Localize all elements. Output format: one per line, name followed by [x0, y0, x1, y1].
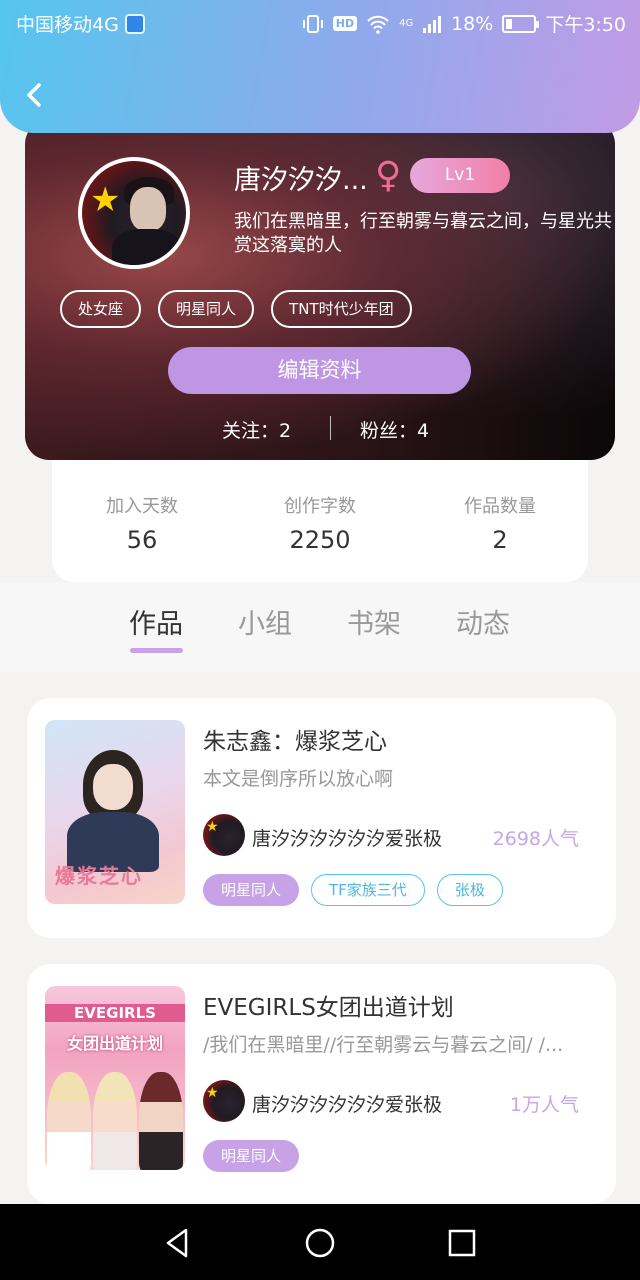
tab-groups[interactable]: 小组 [238, 602, 292, 641]
profile-tags: 处女座 明星同人 TNT时代少年团 [60, 290, 412, 328]
work-tags: 明星同人 TF家族三代 张极 [203, 874, 503, 906]
stat-value: 2 [492, 526, 508, 554]
divider [330, 416, 331, 440]
stat-work-count: 作品数量 2 [410, 492, 590, 554]
profile-tag[interactable]: 处女座 [60, 290, 142, 328]
carrier-text: 中国移动4G [16, 14, 119, 36]
vibrate-icon [302, 14, 323, 33]
clock: 下午3:50 [545, 14, 626, 36]
stat-label: 加入天数 [106, 496, 178, 517]
status-bar: 中国移动4G HD 4G 18% 下午3:50 [0, 0, 640, 44]
work-title[interactable]: EVEGIRLS女团出道计划 [203, 988, 454, 1022]
battery-icon [502, 14, 540, 33]
back-button[interactable] [20, 80, 50, 110]
work-tag[interactable]: TF家族三代 [311, 874, 425, 906]
level-badge: Lv1 [410, 158, 510, 193]
author-avatar[interactable]: ★ [203, 814, 245, 856]
square-recent-icon[interactable] [445, 1226, 479, 1260]
work-card[interactable]: 爆浆芝心 朱志鑫：爆浆芝心 本文是倒序所以放心啊 ★ 唐汐汐汐汐汐汐爱张极 26… [27, 698, 616, 938]
popularity-count: 1万人气 [509, 1094, 579, 1116]
system-nav-bar [0, 1204, 640, 1280]
username: 唐汐汐汐... [234, 165, 368, 196]
signal-icon [423, 15, 442, 33]
profile-tag[interactable]: TNT时代少年团 [271, 290, 412, 328]
work-title[interactable]: 朱志鑫：爆浆芝心 [203, 722, 387, 756]
author-name[interactable]: 唐汐汐汐汐汐汐爱张极 [252, 1090, 442, 1117]
wifi-icon [367, 15, 389, 34]
cover-title: EVEGIRLS [45, 1004, 185, 1022]
work-tag[interactable]: 明星同人 [203, 1140, 300, 1172]
work-tag[interactable]: 明星同人 [203, 874, 300, 906]
following-count[interactable]: 关注：2 [222, 416, 291, 443]
followers-count[interactable]: 粉丝：4 [360, 416, 429, 443]
cover-title: 爆浆芝心 [55, 864, 143, 888]
avatar[interactable]: ★ [78, 157, 190, 269]
status-left: 中国移动4G [16, 10, 145, 37]
triangle-back-icon[interactable] [160, 1226, 194, 1260]
stat-value: 56 [126, 526, 158, 554]
star-icon: ★ [206, 819, 219, 835]
tab-works[interactable]: 作品 [129, 602, 183, 641]
status-right: HD 4G 18% 下午3:50 [302, 10, 626, 37]
star-icon: ★ [90, 180, 121, 220]
author-avatar[interactable]: ★ [203, 1080, 245, 1122]
work-description: 本文是倒序所以放心啊 [203, 768, 394, 790]
author-name[interactable]: 唐汐汐汐汐汐汐爱张极 [252, 824, 442, 851]
stat-value: 2250 [289, 526, 351, 554]
stat-join-days: 加入天数 56 [52, 492, 232, 554]
work-cover[interactable]: EVEGIRLS 女团出道计划 [45, 986, 185, 1170]
shield-icon [124, 13, 145, 34]
stat-label: 作品数量 [464, 496, 536, 517]
tab-activity[interactable]: 动态 [456, 602, 510, 641]
profile-card: ★ 唐汐汐汐... ♀ Lv1 我们在黑暗里，行至朝雾与暮云之间，与星光共赏这落… [25, 120, 615, 460]
popularity-count: 2698人气 [492, 828, 579, 850]
work-cover[interactable]: 爆浆芝心 [45, 720, 185, 904]
work-tag[interactable]: 张极 [436, 874, 503, 906]
work-tags: 明星同人 [203, 1140, 300, 1172]
star-icon: ★ [206, 1085, 219, 1101]
circle-home-icon[interactable] [303, 1226, 337, 1260]
work-description: /我们在黑暗里//行至朝雾云与暮云之间/ /... [203, 1034, 564, 1056]
battery-percent: 18% [451, 12, 494, 35]
work-card[interactable]: EVEGIRLS 女团出道计划 EVEGIRLS女团出道计划 /我们在黑暗里//… [27, 964, 616, 1204]
stat-word-count: 创作字数 2250 [230, 492, 410, 554]
follow-row: 关注：2 粉丝：4 [25, 416, 615, 442]
edit-profile-button[interactable]: 编辑资料 [168, 347, 471, 394]
cover-subtitle: 女团出道计划 [66, 1034, 163, 1053]
network-type: 4G [399, 17, 414, 29]
bio-text: 我们在黑暗里，行至朝雾与暮云之间，与星光共赏这落寞的人 [234, 211, 612, 256]
hd-badge: HD [332, 16, 358, 31]
profile-tag[interactable]: 明星同人 [158, 290, 255, 328]
female-icon: ♀ [375, 155, 402, 196]
tab-bookshelf[interactable]: 书架 [347, 602, 401, 641]
active-tab-indicator [130, 648, 183, 653]
tab-bar: 作品 小组 书架 动态 [0, 582, 640, 672]
stat-label: 创作字数 [284, 496, 356, 517]
